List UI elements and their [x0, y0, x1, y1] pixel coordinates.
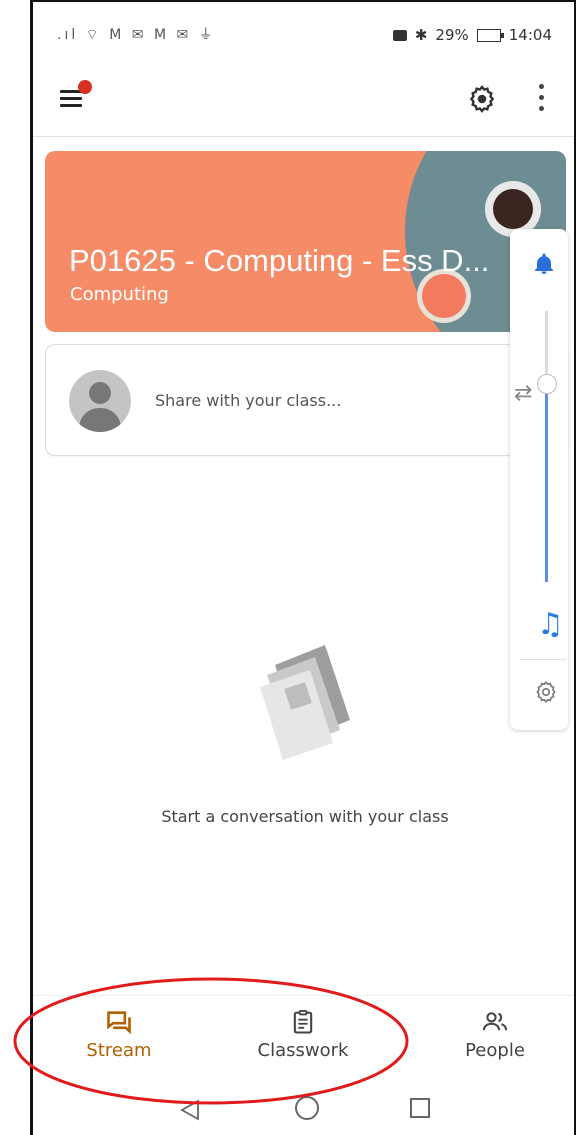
- tab-people-label: People: [465, 1040, 525, 1061]
- status-right: ✱ 29% 14:04: [392, 26, 552, 44]
- share-input[interactable]: Share with your class...: [155, 391, 341, 410]
- volume-slider-fill: [545, 382, 548, 582]
- menu-button[interactable]: [60, 80, 92, 108]
- status-time: 14:04: [508, 26, 552, 44]
- repeat-icon[interactable]: ⇄: [514, 381, 532, 406]
- recent-apps-icon[interactable]: [410, 1098, 430, 1118]
- class-title: P01625 - Computing - Ess D...: [69, 243, 490, 278]
- gear-icon[interactable]: [466, 83, 498, 115]
- avatar: [69, 370, 131, 432]
- annotation-ellipse: [13, 977, 409, 1105]
- music-note-icon[interactable]: ♫: [537, 607, 564, 642]
- share-with-class-card[interactable]: Share with your class...: [45, 344, 568, 456]
- divider: [520, 659, 566, 660]
- phone-screen: .ıl ⌔ M ✉ M ✉ ⏚ ✱ 29% 14:04 P01625 - Com…: [0, 0, 576, 1135]
- more-vert-icon[interactable]: [538, 84, 546, 114]
- frame-border-left: [30, 0, 33, 1135]
- empty-state-message: Start a conversation with your class: [161, 807, 449, 826]
- sound-settings-icon[interactable]: [533, 679, 559, 705]
- notification-dot: [78, 80, 92, 94]
- tab-people[interactable]: People: [420, 1008, 570, 1061]
- work-profile-icon: [392, 29, 407, 41]
- bluetooth-icon: ✱: [414, 26, 428, 44]
- floating-volume-panel: ⇄ ♫: [510, 229, 568, 730]
- volume-slider-knob[interactable]: [537, 374, 557, 394]
- status-bar: .ıl ⌔ M ✉ M ✉ ⏚ ✱ 29% 14:04: [33, 2, 574, 64]
- class-subtitle: Computing: [70, 284, 169, 305]
- bell-icon[interactable]: [532, 251, 556, 277]
- battery-percent: 29%: [435, 26, 469, 44]
- class-banner[interactable]: P01625 - Computing - Ess D... Computing: [45, 151, 566, 332]
- empty-stream-illustration: [260, 645, 350, 760]
- battery-icon: [476, 28, 504, 42]
- people-icon: [482, 1012, 508, 1031]
- status-icons: .ıl ⌔ M ✉ M ✉ ⏚: [57, 27, 216, 43]
- app-bar: [33, 64, 574, 137]
